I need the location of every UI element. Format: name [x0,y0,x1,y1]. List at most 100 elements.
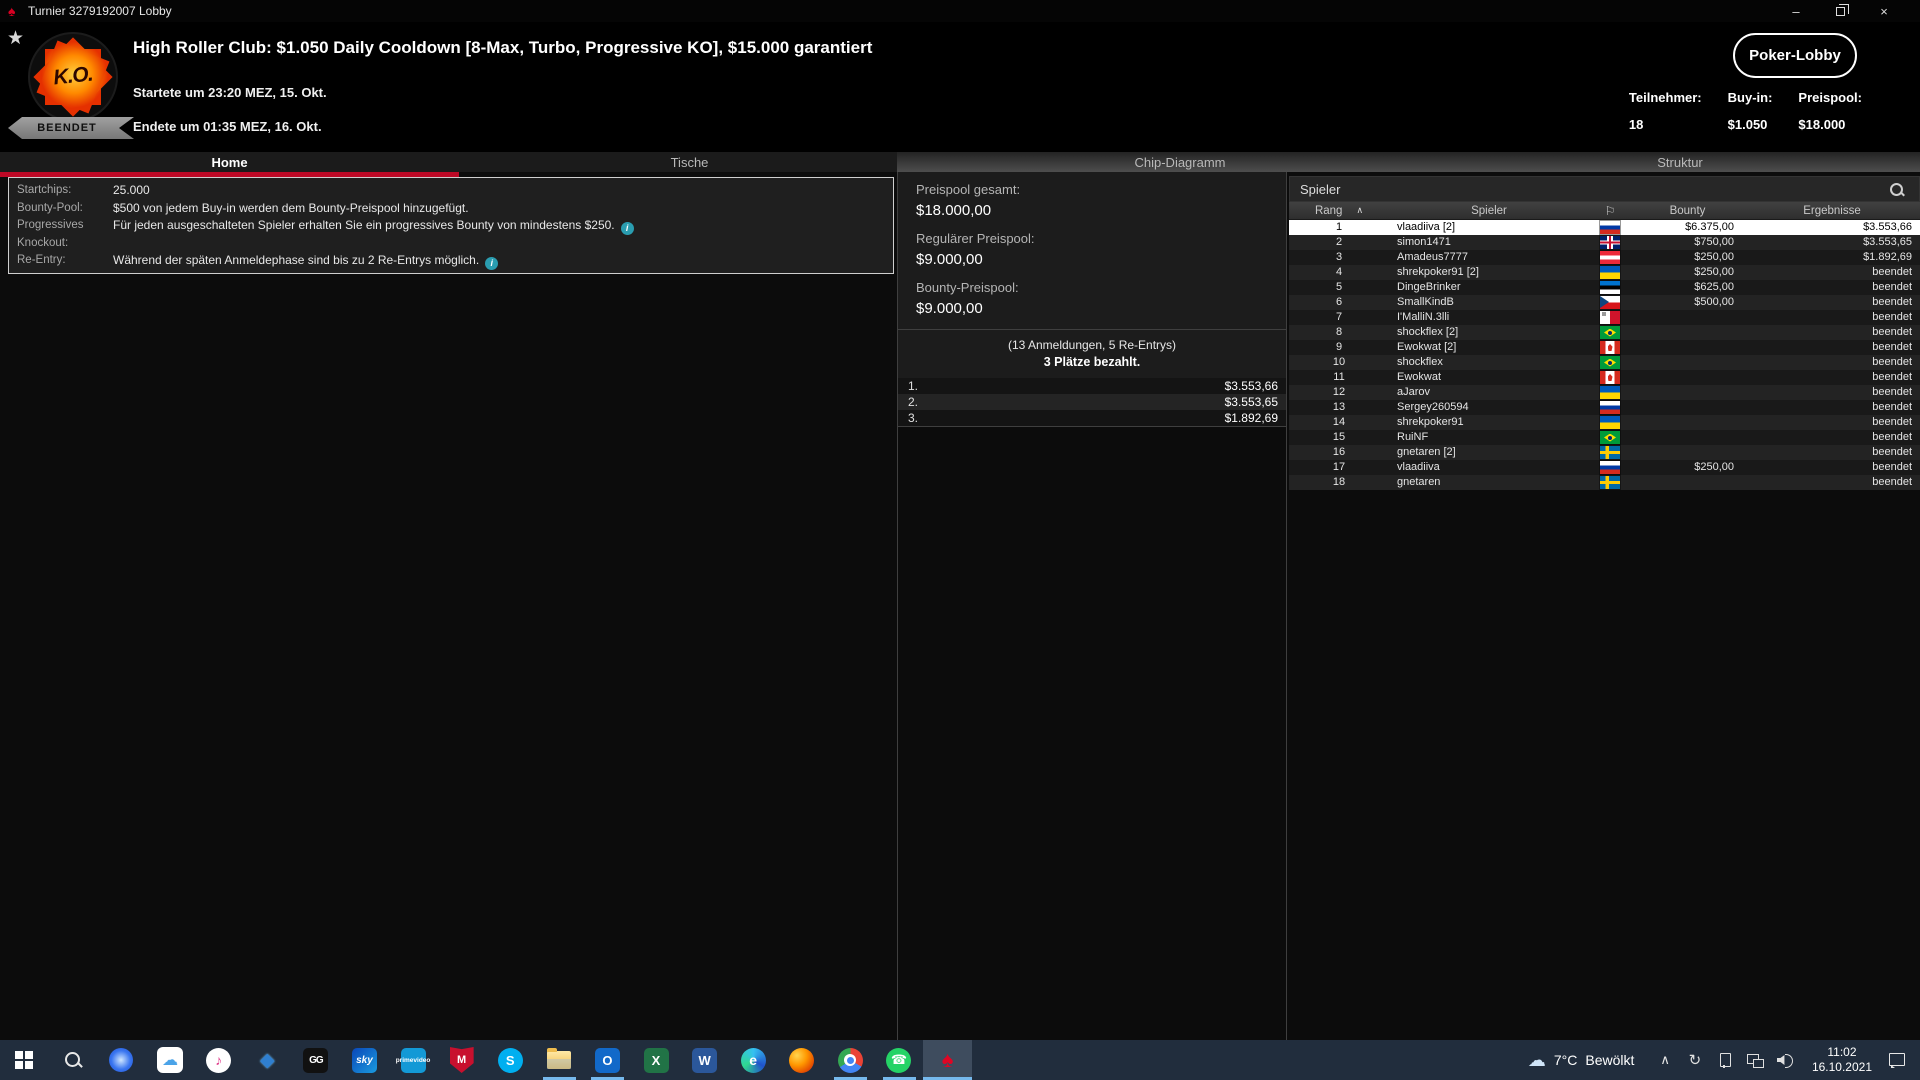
weather-widget[interactable]: ☁ 7°C Bewölkt [1528,1050,1635,1071]
info-grid: Startchips: 25.000 Bounty-Pool: $500 von je… [17,182,885,270]
firefox-icon [789,1047,815,1073]
taskbar-app-explorer[interactable] [535,1040,584,1080]
tab-chip-diagramm[interactable]: Chip-Diagramm [920,152,1440,172]
column-header-flag[interactable]: ⚐ [1589,202,1631,219]
ko-tournament-logo: K.O. [28,32,118,122]
table-row[interactable]: 5 DingeBrinker $625,00 beendet [1289,280,1920,295]
mcafee-icon: M [449,1047,474,1073]
favorite-star-icon[interactable]: ★ [7,27,24,50]
taskbar-app-search[interactable] [49,1040,98,1080]
weather-temp: 7°C [1553,1052,1578,1068]
table-row[interactable]: 16 gnetaren [2] beendet [1289,445,1920,460]
usb-device-icon[interactable] [1716,1051,1734,1069]
player-flag-cell [1589,385,1631,400]
player-result: beendet [1872,431,1912,443]
table-row[interactable]: 10 shockflex beendet [1289,355,1920,370]
taskbar-app-sky[interactable]: sky [340,1040,389,1080]
pool-value: $9.000,00 [916,251,983,268]
taskbar-app-chrome[interactable] [826,1040,875,1080]
restore-button[interactable] [1818,0,1862,22]
cloud-icon: ☁ [1527,1049,1546,1070]
minimize-button[interactable]: – [1774,0,1818,22]
player-flag-cell [1589,355,1631,370]
table-row[interactable]: 14 shrekpoker91 beendet [1289,415,1920,430]
tab-struktur[interactable]: Struktur [1440,152,1920,172]
table-row[interactable]: 3 Amadeus7777 $250,00 $1.892,69 [1289,250,1920,265]
poker-lobby-button[interactable]: Poker-Lobby [1733,33,1857,78]
prime-icon: prime video [396,1047,430,1073]
table-row[interactable]: 15 RuiNF beendet [1289,430,1920,445]
taskbar-app-edge[interactable]: e [729,1040,778,1080]
table-row[interactable]: 17 vlaadiiva $250,00 beendet [1289,460,1920,475]
network-icon[interactable] [1746,1051,1764,1069]
table-row[interactable]: 1 vlaadiiva [2] $6.375,00 $3.553,66 [1289,220,1920,235]
tab-home[interactable]: Home [0,152,459,177]
taskbar-app-skype[interactable]: S [486,1040,535,1080]
table-row[interactable]: 13 Sergey260594 beendet [1289,400,1920,415]
taskbar-app-videoapp[interactable]: ◆ [243,1040,292,1080]
player-bounty: $250,00 [1694,251,1734,263]
volume-icon[interactable] [1776,1051,1794,1069]
taskbar-app-signal[interactable] [97,1040,146,1080]
search-icon[interactable] [1889,182,1905,198]
pokerstars-icon: ♠ [941,1047,954,1072]
taskbar-app-icloud[interactable]: ☁ [146,1040,195,1080]
taskbar-app-excel[interactable]: X [632,1040,681,1080]
payout-list: 1. $3.553,66 2. $3.553,65 3. $1.892,69 [898,378,1286,427]
videoapp-icon: ◆ [259,1049,275,1071]
taskbar-app-whatsapp[interactable]: ☎ [875,1040,924,1080]
payout-place: 3. [908,411,919,425]
taskbar-app-start[interactable] [0,1040,49,1080]
action-center-icon[interactable] [1888,1052,1906,1068]
player-result: beendet [1872,476,1912,488]
taskbar-app-firefox[interactable] [778,1040,827,1080]
player-result: $1.892,69 [1863,251,1912,263]
column-header-bounty[interactable]: Bounty [1631,202,1744,219]
taskbar-app-mcafee[interactable]: M [437,1040,486,1080]
column-header-player[interactable]: Spieler [1389,202,1589,219]
player-name: DingeBrinker [1397,281,1461,293]
player-bounty: $250,00 [1694,461,1734,473]
flag-br-icon [1600,356,1620,369]
taskbar-app-gg[interactable]: GG [292,1040,341,1080]
outlook-icon: O [594,1047,620,1073]
payout-row: 2. $3.553,65 [898,394,1286,410]
flag-ua-icon [1600,416,1620,429]
pool-value: $18.000,00 [916,202,992,219]
pool-label: Regulärer Preispool: [916,231,1035,246]
taskbar-app-word[interactable]: W [680,1040,729,1080]
tab-tische[interactable]: Tische [459,152,920,172]
taskbar-app-prime[interactable]: prime video [389,1040,438,1080]
table-row[interactable]: 18 gnetaren beendet [1289,475,1920,490]
table-row[interactable]: 4 shrekpoker91 [2] $250,00 beendet [1289,265,1920,280]
tray-overflow-chevron-icon[interactable]: ∧ [1660,1052,1670,1068]
player-name: Sergey260594 [1397,401,1469,413]
info-icon[interactable]: i [620,222,634,235]
info-icon[interactable]: i [485,257,499,270]
table-row[interactable]: 6 SmallKindB $500,00 beendet [1289,295,1920,310]
table-row[interactable]: 7 I'MalliN.3lli beendet [1289,310,1920,325]
taskbar-app-pokerstars[interactable]: ♠ [923,1040,972,1080]
table-row[interactable]: 9 Ewokwat [2] beendet [1289,340,1920,355]
player-rank: 8 [1335,326,1343,338]
window-title: Turnier 3279192007 Lobby [28,4,172,18]
column-header-rank[interactable]: Rang ∧ [1289,202,1389,219]
table-row[interactable]: 12 aJarov beendet [1289,385,1920,400]
taskbar-clock[interactable]: 11:02 16.10.2021 [1812,1045,1872,1075]
update-icon[interactable]: ↻ [1686,1051,1704,1069]
player-rank: 6 [1335,296,1343,308]
player-rank: 10 [1332,356,1346,368]
header-stat-value: $1.050 [1727,117,1768,132]
taskbar-app-outlook[interactable]: O [583,1040,632,1080]
close-button[interactable]: × [1862,0,1906,22]
info-row-label: Re-Entry: [17,254,66,266]
table-row[interactable]: 8 shockflex [2] beendet [1289,325,1920,340]
flag-ru-icon [1600,401,1620,414]
column-header-results[interactable]: Ergebnisse [1744,202,1920,219]
taskbar-app-itunes[interactable]: ♪ [194,1040,243,1080]
table-row[interactable]: 11 Ewokwat beendet [1289,370,1920,385]
player-search-input[interactable]: Spieler [1289,176,1920,202]
signal-icon [109,1048,134,1072]
table-row[interactable]: 2 simon1471 $750,00 $3.553,65 [1289,235,1920,250]
player-search-placeholder: Spieler [1300,181,1341,197]
